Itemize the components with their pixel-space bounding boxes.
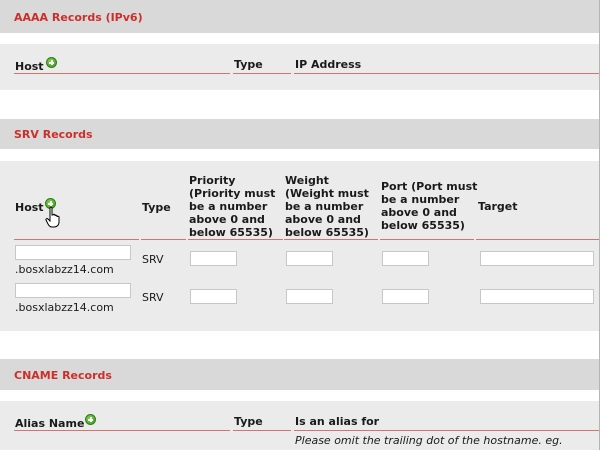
srv-col-target: Target — [478, 200, 518, 213]
srv-target-input[interactable] — [480, 251, 594, 266]
srv-col-port-line: below 65535) — [381, 219, 465, 232]
srv-col-type: Type — [142, 201, 171, 214]
aaaa-type-underline — [233, 73, 291, 74]
srv-host-input[interactable] — [15, 245, 131, 260]
srv-col-port-line: be a number — [381, 193, 460, 206]
srv-col-priority-line: (Priority must — [189, 187, 276, 200]
hand-pointer-icon — [45, 206, 60, 228]
cname-alias-underline — [14, 430, 230, 431]
srv-col-host: Host — [15, 201, 44, 214]
srv-col-priority-line: above 0 and — [189, 213, 265, 226]
srv-host-input[interactable] — [15, 283, 131, 298]
srv-port-input[interactable] — [382, 251, 429, 266]
srv-port-underline — [380, 239, 474, 240]
cname-add-alias-icon[interactable] — [85, 414, 96, 425]
aaaa-col-type: Type — [234, 58, 263, 71]
srv-type-value: SRV — [142, 253, 164, 266]
cname-col-alias-for: Is an alias for — [295, 415, 380, 428]
srv-weight-input[interactable] — [286, 251, 333, 266]
srv-type-value: SRV — [142, 291, 164, 304]
srv-domain-suffix: .bosxlabzz14.com — [15, 263, 114, 276]
srv-col-priority-line: below 65535) — [189, 226, 273, 239]
srv-priority-underline — [188, 239, 283, 240]
srv-host-underline — [14, 239, 139, 240]
srv-col-weight-line: above 0 and — [285, 213, 361, 226]
aaaa-ip-underline — [294, 73, 600, 74]
srv-priority-input[interactable] — [190, 251, 237, 266]
cname-col-type: Type — [234, 415, 263, 428]
srv-col-weight-line: (Weight must — [285, 187, 369, 200]
srv-port-input[interactable] — [382, 289, 429, 304]
srv-weight-underline — [284, 239, 378, 240]
srv-col-weight-line: Weight — [285, 174, 329, 187]
srv-section-title: SRV Records — [14, 128, 93, 141]
cname-alias-for-underline — [294, 430, 600, 431]
srv-col-priority-line: Priority — [189, 174, 236, 187]
cname-section-title: CNAME Records — [14, 369, 112, 382]
srv-col-priority-line: be a number — [189, 200, 268, 213]
srv-col-port-line: above 0 and — [381, 206, 457, 219]
srv-col-port-line: Port (Port must — [381, 180, 478, 193]
cname-type-underline — [233, 430, 291, 431]
aaaa-section-title: AAAA Records (IPv6) — [14, 11, 143, 24]
srv-domain-suffix: .bosxlabzz14.com — [15, 301, 114, 314]
aaaa-host-underline — [14, 73, 230, 74]
aaaa-add-host-icon[interactable] — [46, 57, 57, 68]
cname-hostname-note: Please omit the trailing dot of the host… — [295, 434, 563, 447]
srv-col-weight-line: be a number — [285, 200, 364, 213]
srv-weight-input[interactable] — [286, 289, 333, 304]
srv-target-input[interactable] — [480, 289, 594, 304]
aaaa-col-ip-address: IP Address — [295, 58, 362, 71]
srv-target-underline — [476, 239, 600, 240]
srv-priority-input[interactable] — [190, 289, 237, 304]
aaaa-records-section: AAAA Records (IPv6) Host Type IP Address — [0, 0, 600, 120]
cname-col-alias-name: Alias Name — [15, 417, 85, 430]
srv-type-underline — [141, 239, 186, 240]
aaaa-col-host: Host — [15, 60, 44, 73]
srv-col-weight-line: below 65535) — [285, 226, 369, 239]
